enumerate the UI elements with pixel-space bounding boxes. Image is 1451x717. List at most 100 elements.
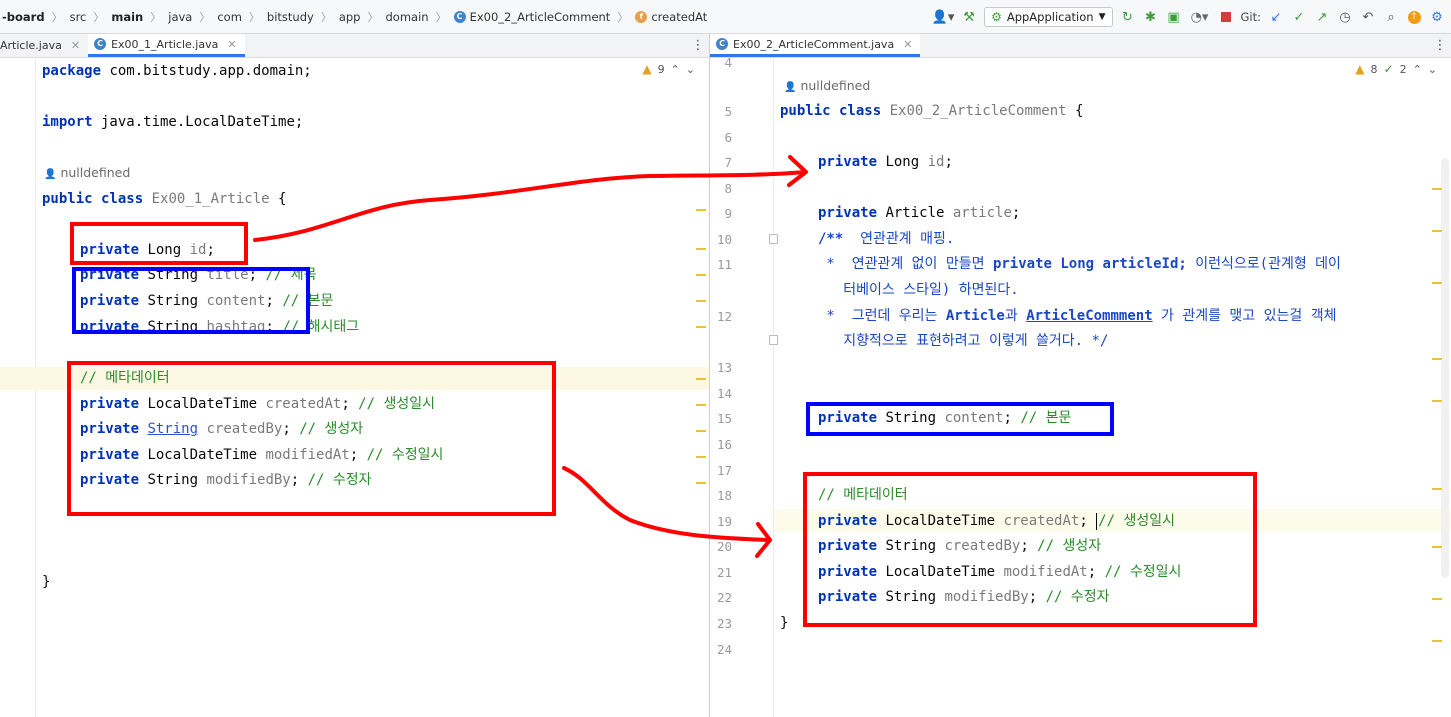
code-line-doc-4: * 그런데 우리는 Article과 ArticleCommment 가 관계를… [818,308,1337,324]
update-icon[interactable]: ↑ [1406,8,1422,26]
breadcrumb-main[interactable]: main [109,0,145,33]
change-marker [1432,598,1442,600]
annotation-box-right-meta [803,472,1257,627]
breadcrumb: -board 〉 src 〉 main 〉 java 〉 com 〉 bitstudy 〉 … [0,0,709,33]
git-update-icon[interactable]: ↙ [1268,8,1284,26]
debug-icon[interactable]: ✱ [1143,8,1159,26]
breadcrumb-src[interactable]: src [68,0,89,33]
chevron-right-icon: 〉 [320,11,332,24]
change-marker [1432,488,1442,490]
toolbar: 👤▾ ⚒ ⚙ AppApplication ▼ ↻ ✱ ▣ ◔▾ Git: ↙ ✓ … [932,0,1451,33]
annotation-box-left-content [72,267,310,334]
tab-label: Ex00_2_ArticleComment.java [733,37,895,51]
close-icon[interactable]: ✕ [71,39,80,52]
breadcrumb-domain[interactable]: domain [383,0,430,33]
run-configuration-label: AppApplication [1006,10,1094,24]
breadcrumb-bitstudy[interactable]: bitstudy [265,0,316,33]
rollback-icon[interactable]: ↶ [1360,8,1376,26]
code-line-close-brace: } [42,574,51,590]
annotation-box-left-meta [67,361,556,516]
chevron-right-icon: 〉 [367,11,379,24]
author-hint: 👤 nulldefined [44,165,131,180]
build-hammer-icon[interactable]: ⚒ [961,8,977,26]
field-icon: f [635,11,648,23]
person-icon: 👤 [784,82,797,93]
stop-icon[interactable] [1218,8,1234,26]
coverage-icon[interactable]: ▣ [1166,8,1182,26]
history-icon[interactable]: ◷ [1337,8,1353,26]
code-line-doc-3: 터베이스 스타일) 하면된다. [818,282,1019,298]
tab-ex00-1-article[interactable]: C Ex00_1_Article.java ✕ [88,34,245,57]
code-line-import: import java.time.LocalDateTime; [42,114,304,130]
code-line-doc-1: /** 연관관계 매핑. [818,231,955,247]
right-tab-bar: C Ex00_2_ArticleComment.java ✕ ⋮ [710,34,1451,58]
change-marker [696,326,706,328]
class-icon: C [94,38,107,50]
code-line-class: public class Ex00_1_Article { [42,191,287,207]
change-marker [696,482,706,484]
breadcrumb-class[interactable]: C Ex00_2_ArticleComment [452,0,613,33]
close-icon[interactable]: ✕ [227,38,236,51]
dropdown-icon: ▼ [1098,12,1106,22]
change-marker [1432,358,1442,360]
code-line-doc-2: * 연관관계 없이 만들면 private Long articleId; 이런… [818,256,1341,272]
class-icon: C [453,11,466,23]
change-marker [1432,188,1442,190]
search-icon[interactable]: ⌕ [1383,8,1399,26]
breadcrumb-com[interactable]: com [215,0,244,33]
breadcrumb-project[interactable]: -board [0,0,47,33]
settings-gear-icon[interactable]: ⚙ [1429,8,1445,26]
tab-article[interactable]: Article.java ✕ [0,34,88,57]
change-marker [1432,400,1442,402]
chevron-right-icon: 〉 [150,11,162,24]
change-marker [1432,640,1442,642]
change-marker [696,404,706,406]
annotation-box-right-content [806,402,1114,436]
git-push-icon[interactable]: ↗ [1314,8,1330,26]
class-icon: C [716,38,728,50]
tab-label: Article.java [0,39,62,52]
annotation-box-left-id [70,222,248,265]
tab-ex00-2-articlecomment[interactable]: C Ex00_2_ArticleComment.java ✕ [710,34,921,57]
code-line-doc-5: 지향적으로 표현하려고 이렇게 쓸거다. */ [818,333,1109,349]
chevron-right-icon: 〉 [51,11,63,24]
code-line-article: private Article article; [818,205,1021,221]
change-marker [1432,546,1442,548]
chevron-right-icon: 〉 [199,11,211,24]
breadcrumb-field[interactable]: f createdAt [633,0,709,33]
git-label: Git: [1240,10,1262,24]
change-marker [696,378,706,380]
vertical-scrollbar[interactable] [1441,158,1449,578]
code-line-close-brace: } [780,615,789,631]
code-line-class: public class Ex00_2_ArticleComment { [780,103,1084,119]
git-commit-icon[interactable]: ✓ [1291,8,1307,26]
author-hint: 👤 nulldefined [784,78,871,93]
change-marker [696,430,706,432]
breadcrumb-app[interactable]: app [337,0,363,33]
chevron-right-icon: 〉 [93,11,105,24]
change-marker [1432,230,1442,232]
user-icon[interactable]: 👤▾ [932,8,955,26]
code-line-package: package com.bitstudy.app.domain; [42,63,312,79]
rerun-icon[interactable]: ↻ [1120,8,1136,26]
tab-label: Ex00_1_Article.java [111,37,219,51]
chevron-right-icon: 〉 [617,11,629,24]
left-tab-bar: Article.java ✕ C Ex00_1_Article.java ✕ ⋮ [0,34,709,58]
close-icon[interactable]: ✕ [903,38,912,51]
run-configuration-select[interactable]: ⚙ AppApplication ▼ [984,7,1113,27]
navigation-bar: -board 〉 src 〉 main 〉 java 〉 com 〉 bitstudy 〉 … [0,0,1451,34]
more-vertical-icon[interactable]: ⋮ [1429,34,1451,57]
breadcrumb-java[interactable]: java [166,0,194,33]
change-marker [696,209,706,211]
breadcrumb-field-label: createdAt [651,10,708,24]
chevron-right-icon: 〉 [248,11,260,24]
change-marker [1432,282,1442,284]
code-line-id: private Long id; [818,154,953,170]
change-marker [696,248,706,250]
change-marker [696,300,706,302]
change-marker [696,456,706,458]
app-config-icon: ⚙ [991,10,1002,24]
more-vertical-icon[interactable]: ⋮ [687,34,709,57]
change-marker [696,274,706,276]
profile-icon[interactable]: ◔▾ [1189,8,1211,26]
